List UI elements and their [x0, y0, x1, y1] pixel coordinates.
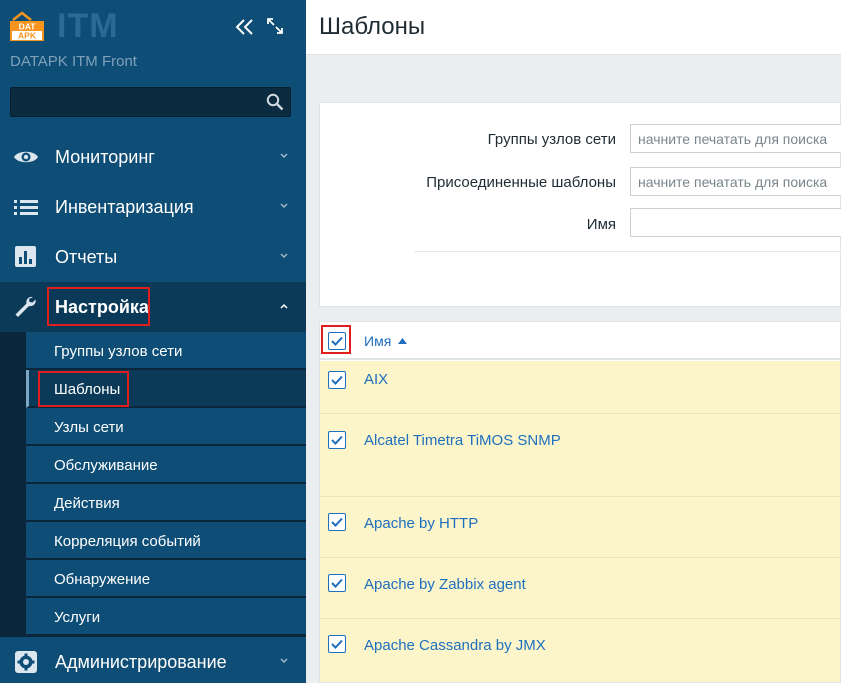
submenu-label: Услуги — [54, 609, 101, 626]
row-checkbox[interactable] — [328, 635, 346, 653]
sort-ascending-icon — [398, 338, 407, 344]
linked-templates-input[interactable] — [630, 167, 841, 196]
submenu-label: Корреляция событий — [54, 533, 201, 550]
page-header: Шаблоны — [306, 0, 841, 55]
table-row[interactable]: Alcatel Timetra TiMOS SNMP — [320, 414, 840, 497]
filter-panel: Группы узлов сети Присоединенные шаблоны… — [319, 102, 841, 307]
template-name-link[interactable]: Apache by Zabbix agent — [364, 576, 526, 593]
submenu-item-host-groups[interactable]: Группы узлов сети — [26, 332, 306, 370]
chevron-down-icon — [280, 153, 288, 159]
highlight-box-templates — [38, 371, 129, 407]
datapk-logo: DAT APK — [10, 11, 44, 41]
menu-item-administration[interactable]: Администрирование — [0, 637, 306, 683]
chevron-down-icon — [280, 203, 288, 209]
host-groups-label: Группы узлов сети — [487, 131, 616, 148]
table-row[interactable]: Apache by HTTP — [320, 497, 840, 558]
checkmark-icon — [331, 435, 343, 445]
menu-label: Мониторинг — [55, 146, 155, 167]
submenu-item-hosts[interactable]: Узлы сети — [26, 408, 306, 446]
linked-templates-label: Присоединенные шаблоны — [426, 174, 616, 191]
server-name: DATAPK ITM Front — [10, 53, 137, 70]
chevron-down-icon — [280, 658, 288, 664]
submenu-item-event-correlation[interactable]: Корреляция событий — [26, 522, 306, 560]
submenu-label: Обнаружение — [54, 571, 151, 588]
menu-label: Отчеты — [55, 246, 118, 267]
chevron-down-icon — [280, 253, 288, 259]
submenu-item-maintenance[interactable]: Обслуживание — [26, 446, 306, 484]
submenu-label: Группы узлов сети — [54, 343, 183, 360]
name-input[interactable] — [630, 208, 841, 237]
bar-chart-icon — [15, 246, 36, 267]
gear-icon — [15, 651, 37, 673]
checkmark-icon — [331, 375, 343, 385]
submenu-label: Действия — [54, 495, 120, 512]
column-header-name[interactable]: Имя — [364, 333, 391, 349]
checkmark-icon — [331, 517, 343, 527]
menu-item-inventory[interactable]: Инвентаризация — [0, 182, 306, 232]
sidebar-search-input[interactable] — [10, 87, 291, 117]
submenu-item-actions[interactable]: Действия — [26, 484, 306, 522]
list-icon — [14, 200, 38, 215]
row-checkbox[interactable] — [328, 513, 346, 531]
host-groups-input[interactable] — [630, 124, 841, 153]
submenu-item-services[interactable]: Услуги — [26, 598, 306, 636]
template-name-link[interactable]: Alcatel Timetra TiMOS SNMP — [364, 432, 561, 449]
table-row[interactable]: Apache Cassandra by JMX — [320, 619, 840, 682]
table-header: Имя — [320, 322, 840, 360]
page-title: Шаблоны — [319, 13, 426, 40]
sidebar: DAT APK ITM DATAPK ITM Front Мониторинг … — [0, 0, 306, 683]
svg-text:APK: APK — [18, 31, 37, 41]
menu-item-configuration[interactable]: Настройка — [0, 282, 306, 332]
menu-label: Инвентаризация — [55, 196, 194, 217]
name-label: Имя — [586, 216, 616, 233]
submenu-label: Узлы сети — [54, 419, 124, 436]
kiosk-mode-icon[interactable] — [266, 17, 284, 35]
wrench-icon — [15, 296, 36, 317]
eye-icon — [14, 151, 38, 163]
checkmark-icon — [331, 639, 343, 649]
menu-item-reports[interactable]: Отчеты — [0, 232, 306, 282]
highlight-box-select-all — [321, 325, 351, 354]
row-checkbox[interactable] — [328, 431, 346, 449]
filter-divider — [414, 251, 841, 252]
template-name-link[interactable]: Apache Cassandra by JMX — [364, 637, 546, 654]
submenu-item-discovery[interactable]: Обнаружение — [26, 560, 306, 598]
template-name-link[interactable]: AIX — [364, 371, 388, 388]
chevron-up-icon — [280, 303, 288, 309]
search-icon[interactable] — [266, 93, 284, 111]
menu-label: Администрирование — [55, 651, 227, 672]
row-checkbox[interactable] — [328, 371, 346, 389]
row-checkbox[interactable] — [328, 574, 346, 592]
submenu-label: Обслуживание — [54, 457, 158, 474]
brand-name: ITM — [57, 7, 119, 45]
template-name-link[interactable]: Apache by HTTP — [364, 515, 478, 532]
highlight-box-configuration — [47, 287, 150, 326]
collapse-sidebar-icon[interactable] — [234, 16, 256, 38]
checkmark-icon — [331, 578, 343, 588]
table-row[interactable]: AIX — [320, 361, 840, 414]
menu-item-monitoring[interactable]: Мониторинг — [0, 132, 306, 182]
templates-table: Имя AIX Alcatel Timetra TiMOS SNMP Apach… — [319, 321, 841, 683]
table-row[interactable]: Apache by Zabbix agent — [320, 558, 840, 619]
